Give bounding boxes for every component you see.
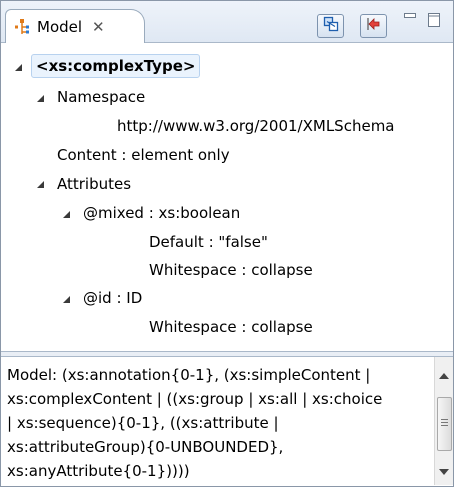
expand-arrow-icon[interactable] xyxy=(63,211,70,218)
close-icon[interactable]: ✕ xyxy=(92,19,105,35)
tree-node-content[interactable]: Content : element only xyxy=(57,142,230,168)
model-view: Model ✕ <xs:complexType> Namespace http:… xyxy=(0,0,454,487)
model-tree-icon xyxy=(14,18,30,36)
tree-node-mixed[interactable]: @mixed : xs:boolean xyxy=(83,200,240,226)
tree-node-id[interactable]: @id : ID xyxy=(83,285,142,311)
grip-line xyxy=(441,422,448,423)
back-button[interactable] xyxy=(360,14,387,38)
grip-line xyxy=(441,425,448,426)
scroll-down-icon[interactable] xyxy=(439,469,449,475)
link-icon xyxy=(323,16,339,36)
model-tab[interactable]: Model ✕ xyxy=(5,9,145,44)
tree-node-namespace[interactable]: Namespace xyxy=(57,84,145,110)
maximize-icon[interactable] xyxy=(427,12,441,32)
description-pane: Model: (xs:annotation{0-1}, (xs:simpleCo… xyxy=(1,357,453,486)
tab-title: Model xyxy=(37,18,83,36)
scroll-thumb[interactable] xyxy=(437,397,452,451)
view-header: Model ✕ xyxy=(1,1,453,44)
tree-node-mixed-whitespace[interactable]: Whitespace : collapse xyxy=(149,257,313,283)
root-label: <xs:complexType> xyxy=(31,54,201,78)
expand-arrow-icon[interactable] xyxy=(15,64,22,71)
link-with-editor-button[interactable] xyxy=(317,14,344,38)
minimize-icon[interactable] xyxy=(403,12,417,30)
back-arrow-icon xyxy=(366,16,382,36)
tree-node-mixed-default[interactable]: Default : "false" xyxy=(149,229,268,255)
tree-node-attributes[interactable]: Attributes xyxy=(57,171,131,197)
expand-arrow-icon[interactable] xyxy=(37,181,44,188)
tree-node-id-whitespace[interactable]: Whitespace : collapse xyxy=(149,314,313,340)
model-description-text: Model: (xs:annotation{0-1}, (xs:simpleCo… xyxy=(7,366,383,480)
scroll-up-icon[interactable] xyxy=(439,373,449,379)
tree-root-node[interactable]: <xs:complexType> xyxy=(31,53,201,79)
expand-arrow-icon[interactable] xyxy=(37,95,44,102)
tree-node-namespace-value[interactable]: http://www.w3.org/2001/XMLSchema xyxy=(117,113,395,139)
model-tree: <xs:complexType> Namespace http://www.w3… xyxy=(1,43,453,351)
grip-line xyxy=(441,419,448,420)
expand-arrow-icon[interactable] xyxy=(63,296,70,303)
vertical-scrollbar[interactable] xyxy=(434,357,453,485)
